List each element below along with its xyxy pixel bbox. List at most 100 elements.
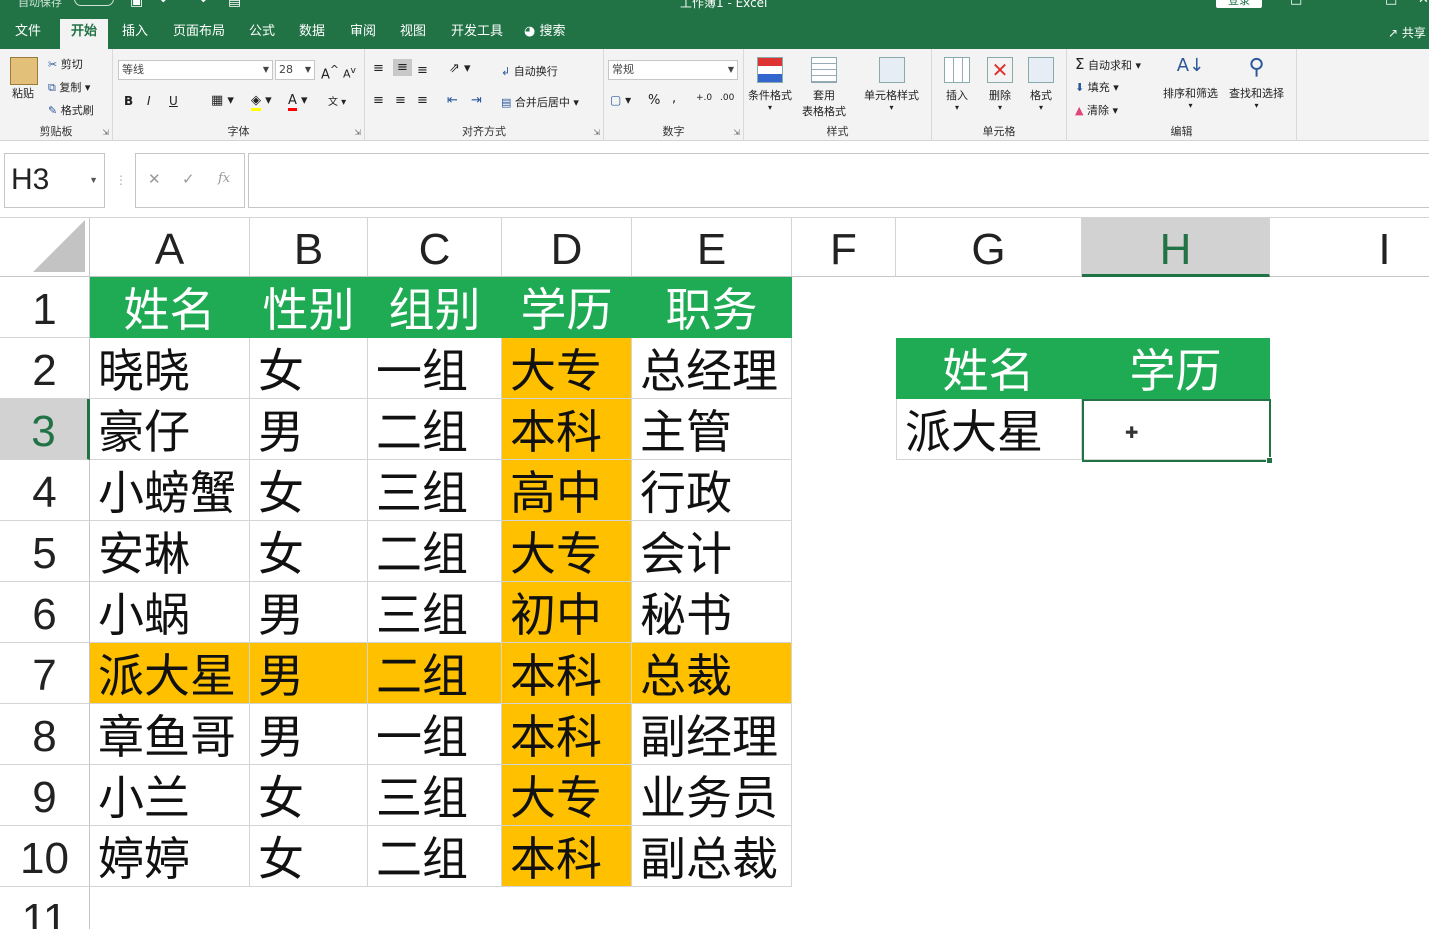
splitter-icon[interactable]: ⋮ xyxy=(115,173,127,187)
column-header-c[interactable]: C xyxy=(368,218,502,277)
phonetic-button[interactable]: 文 ▾ xyxy=(328,93,346,108)
tab-insert[interactable]: 插入 xyxy=(111,21,159,49)
cell-styles-button[interactable]: 单元格样式 ▾ xyxy=(864,57,919,112)
save-icon[interactable]: ▣ xyxy=(130,0,143,9)
table-cell[interactable]: 二组 xyxy=(368,826,502,887)
table-cell[interactable]: 总裁 xyxy=(632,643,792,704)
formula-input[interactable] xyxy=(248,153,1429,208)
table-cell[interactable]: 女 xyxy=(250,460,368,521)
table-cell[interactable]: 女 xyxy=(250,521,368,582)
border-button[interactable]: ▦ ▾ xyxy=(211,93,234,108)
underline-button[interactable]: U xyxy=(169,94,178,108)
table-cell[interactable]: 本科 xyxy=(502,704,632,765)
sort-filter-button[interactable]: A↓ 排序和筛选 ▾ xyxy=(1163,55,1218,110)
tab-review[interactable]: 审阅 xyxy=(339,21,387,49)
table-cell[interactable]: 小蜗 xyxy=(90,582,250,643)
table-cell[interactable]: 男 xyxy=(250,582,368,643)
launcher-icon[interactable]: ⇲ xyxy=(102,128,109,137)
row-header-5[interactable]: 5 xyxy=(0,521,90,582)
format-as-table-button[interactable]: 套用 表格格式 xyxy=(802,57,846,119)
font-size-select[interactable]: 28 ▼ xyxy=(275,60,315,80)
bold-button[interactable]: B xyxy=(124,94,133,108)
table-header-cell[interactable]: 姓名 xyxy=(90,277,250,338)
table-header-cell[interactable]: 性别 xyxy=(250,277,368,338)
maximize-icon[interactable]: □ xyxy=(1385,0,1397,7)
lookup-header-education[interactable]: 学历 xyxy=(1082,338,1270,399)
table-cell[interactable]: 女 xyxy=(250,765,368,826)
fill-handle[interactable] xyxy=(1266,457,1273,464)
tab-developer[interactable]: 开发工具 xyxy=(440,21,514,49)
format-painter-button[interactable]: ✎ 格式刷 xyxy=(48,102,94,118)
launcher-icon[interactable]: ⇲ xyxy=(354,128,361,137)
align-left-button[interactable]: ≡ xyxy=(373,93,384,108)
row-header-3[interactable]: 3 xyxy=(0,399,90,460)
cancel-icon[interactable]: ✕ xyxy=(148,170,161,188)
column-header-f[interactable]: F xyxy=(792,218,896,277)
table-cell[interactable]: 一组 xyxy=(368,704,502,765)
select-all-button[interactable] xyxy=(0,218,90,277)
column-header-g[interactable]: G xyxy=(896,218,1082,277)
table-cell[interactable]: 本科 xyxy=(502,826,632,887)
table-cell[interactable]: 小兰 xyxy=(90,765,250,826)
tab-view[interactable]: 视图 xyxy=(389,21,437,49)
autosum-button[interactable]: Σ 自动求和 ▾ xyxy=(1075,55,1141,73)
table-cell[interactable]: 大专 xyxy=(502,765,632,826)
tab-data[interactable]: 数据 xyxy=(288,21,336,49)
table-cell[interactable]: 小螃蟹 xyxy=(90,460,250,521)
row-header-11[interactable]: 11 xyxy=(0,887,90,929)
customize-icon[interactable]: ▤ xyxy=(228,0,241,9)
table-cell[interactable]: 章鱼哥 xyxy=(90,704,250,765)
lookup-header-name[interactable]: 姓名 xyxy=(896,338,1082,399)
align-middle-button[interactable]: ≡ xyxy=(393,59,412,76)
align-right-button[interactable]: ≡ xyxy=(417,93,428,108)
find-select-button[interactable]: ⚲ 查找和选择 ▾ xyxy=(1229,55,1284,110)
tab-search[interactable]: ◕ 搜索 xyxy=(513,21,577,49)
table-cell[interactable]: 副总裁 xyxy=(632,826,792,887)
table-cell[interactable]: 主管 xyxy=(632,399,792,460)
share-button[interactable]: ↗ 共享 xyxy=(1388,24,1426,41)
accounting-format-button[interactable]: ▢ ▾ xyxy=(610,93,631,107)
table-cell[interactable]: 大专 xyxy=(502,338,632,399)
table-header-cell[interactable]: 职务 xyxy=(632,277,792,338)
autosave-toggle[interactable] xyxy=(74,0,114,6)
column-header-b[interactable]: B xyxy=(250,218,368,277)
conditional-format-button[interactable]: 条件格式 ▾ xyxy=(748,57,792,112)
orientation-button[interactable]: ⇗ ▾ xyxy=(449,61,471,76)
copy-button[interactable]: ⧉ 复制 ▾ xyxy=(48,79,90,95)
table-cell[interactable]: 豪仔 xyxy=(90,399,250,460)
insert-function-icon[interactable]: fx xyxy=(218,171,230,186)
clear-button[interactable]: ▲ 清除 ▾ xyxy=(1075,102,1118,118)
column-header-e[interactable]: E xyxy=(632,218,792,277)
table-cell[interactable]: 婷婷 xyxy=(90,826,250,887)
table-header-cell[interactable]: 组别 xyxy=(368,277,502,338)
enter-icon[interactable]: ✓ xyxy=(182,170,195,188)
wrap-text-button[interactable]: ↲ 自动换行 xyxy=(501,63,558,79)
column-header-i[interactable]: I xyxy=(1270,218,1429,277)
table-cell[interactable]: 高中 xyxy=(502,460,632,521)
close-icon[interactable]: ✕ xyxy=(1418,0,1429,7)
italic-button[interactable]: I xyxy=(147,94,151,108)
font-name-select[interactable]: 等线 ▼ xyxy=(118,60,273,80)
cut-button[interactable]: ✂ 剪切 xyxy=(48,56,83,72)
ribbon-display-icon[interactable]: □ xyxy=(1290,0,1302,7)
login-button[interactable]: 登录 xyxy=(1216,0,1262,8)
minimize-icon[interactable]: — xyxy=(1340,0,1353,7)
align-bottom-button[interactable]: ≡ xyxy=(417,63,428,78)
undo-icon[interactable]: ↶ xyxy=(160,0,172,9)
column-header-d[interactable]: D xyxy=(502,218,632,277)
row-header-10[interactable]: 10 xyxy=(0,826,90,887)
name-box[interactable]: H3 ▼ xyxy=(4,153,105,208)
table-cell[interactable]: 业务员 xyxy=(632,765,792,826)
table-cell[interactable]: 派大星 xyxy=(90,643,250,704)
decrease-decimal-button[interactable]: .00 xyxy=(720,93,734,103)
table-cell[interactable]: 大专 xyxy=(502,521,632,582)
tab-file[interactable]: 文件 xyxy=(4,21,52,49)
launcher-icon[interactable]: ⇲ xyxy=(593,128,600,137)
table-cell[interactable]: 副经理 xyxy=(632,704,792,765)
column-header-a[interactable]: A xyxy=(90,218,250,277)
merge-center-button[interactable]: ▤ 合并后居中 ▾ xyxy=(501,94,579,110)
table-cell[interactable]: 男 xyxy=(250,704,368,765)
row-header-1[interactable]: 1 xyxy=(0,277,90,338)
table-cell[interactable]: 女 xyxy=(250,826,368,887)
insert-cells-button[interactable]: 插入 ▾ xyxy=(944,57,970,112)
